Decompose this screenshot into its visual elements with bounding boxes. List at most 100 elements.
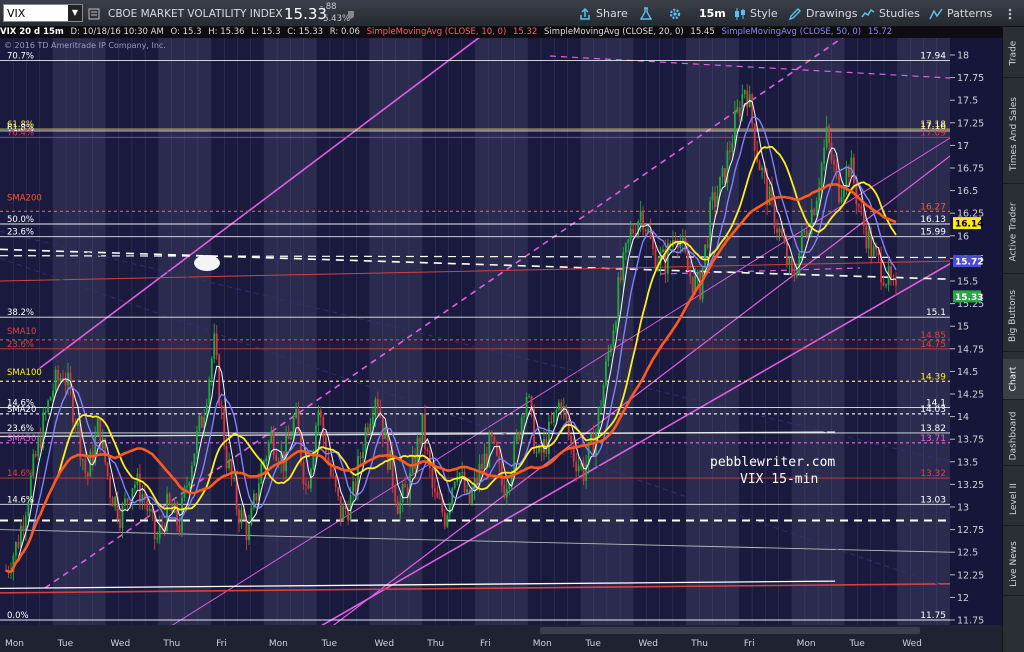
fib-level-label: SMA50 — [7, 434, 36, 444]
sidebar-tab-chart[interactable]: Chart — [1003, 359, 1024, 400]
candle-body — [600, 406, 602, 408]
candle-body — [783, 236, 786, 243]
drawings-button[interactable]: Drawings — [788, 0, 857, 27]
candle-body — [508, 485, 511, 489]
candle-body — [210, 358, 213, 379]
candle-body — [491, 433, 493, 437]
share-button[interactable]: Share — [578, 0, 628, 27]
x-tick-label: Tue — [57, 639, 74, 649]
candle-body — [39, 437, 42, 448]
fib-level-label: 14.6% — [7, 495, 34, 505]
candle-body — [436, 492, 439, 498]
y-tick-label: 13.25 — [957, 480, 984, 491]
fib-level-label: SMA100 — [7, 368, 42, 378]
sidebar-tab-label: Live News — [1008, 541, 1019, 587]
candle-body — [287, 435, 290, 440]
y-tick-label: 13 — [957, 503, 969, 514]
candle-body — [615, 322, 617, 331]
candle-body — [305, 484, 307, 485]
candle-body — [686, 251, 689, 271]
candle-body — [168, 493, 171, 505]
price-level-label: 13.71 — [920, 434, 946, 444]
fib-level-label: SMA10 — [7, 327, 36, 337]
y-tick-label: 16.5 — [957, 186, 978, 197]
x-tick-label: Thu — [162, 639, 180, 649]
candle-body — [553, 412, 555, 423]
overflow-icon[interactable] — [1004, 0, 1020, 27]
candle-body — [307, 484, 310, 489]
sidebar-tab-label: Active Trader — [1008, 202, 1019, 262]
candle-body — [369, 423, 372, 434]
bar-close: C: 15.33 — [287, 27, 324, 37]
sidebar-tab-level-ii[interactable]: Level II — [1003, 473, 1024, 526]
chart-title: VIX 20 d 15m — [0, 27, 64, 37]
candle-body — [820, 163, 823, 188]
patterns-button[interactable]: Patterns — [929, 0, 992, 27]
candle-body — [570, 435, 573, 446]
sidebar-tab-label: Dashboard — [1008, 411, 1019, 461]
flask-icon[interactable] — [640, 0, 656, 27]
candle-body — [857, 204, 860, 207]
sma10-label[interactable]: SimpleMovingAvg (CLOSE, 10, 0) — [367, 27, 507, 37]
candle-body — [414, 455, 416, 469]
style-label: Style — [750, 7, 778, 20]
candle-body — [466, 489, 468, 493]
price-level-label: 17.09 — [920, 128, 946, 138]
candle-body — [119, 519, 121, 528]
candle-body — [54, 369, 57, 391]
candle-body — [267, 442, 270, 459]
style-button[interactable]: Style — [734, 0, 778, 27]
sidebar-tab-label: Trade — [1008, 40, 1019, 66]
candle-body — [208, 379, 211, 405]
candle-body — [458, 472, 461, 477]
candle-body — [781, 228, 783, 237]
sidebar-tab-big-buttons[interactable]: Big Buttons — [1003, 281, 1024, 352]
candle-body — [17, 542, 20, 548]
symbol-menu-icon[interactable] — [88, 0, 100, 27]
candle-body — [815, 200, 818, 215]
sidebar-tab-active-trader[interactable]: Active Trader — [1003, 191, 1024, 274]
time-scrollbar — [540, 627, 920, 634]
x-tick-label: Tue — [321, 639, 338, 649]
alert-icon[interactable] — [346, 0, 356, 27]
candle-body — [691, 276, 694, 293]
candle-body — [786, 242, 788, 265]
candle-body — [178, 525, 181, 533]
y-tick-label: 16.75 — [957, 164, 984, 175]
sma50-label[interactable]: SimpleMovingAvg (CLOSE, 50, 0) — [721, 27, 861, 37]
candle-body — [505, 488, 508, 498]
candle-body — [823, 147, 825, 164]
candle-body — [220, 405, 223, 409]
candle-body — [627, 239, 630, 244]
candle-body — [250, 507, 253, 525]
candle-body — [77, 423, 79, 426]
price-level-label: 13.03 — [920, 495, 946, 505]
candle-body — [805, 230, 808, 236]
candle-body — [597, 407, 600, 433]
candle-body — [443, 512, 446, 527]
fib-level-label: 23.6% — [7, 424, 34, 434]
candle-body — [225, 446, 228, 469]
candle-body — [255, 493, 258, 501]
sidebar-tab-trade[interactable]: Trade — [1003, 29, 1024, 78]
y-tick-label: 13.75 — [957, 435, 984, 446]
interval-button[interactable]: 15m — [699, 0, 726, 27]
candle-body — [198, 416, 201, 431]
candle-body — [557, 402, 560, 410]
symbol-input[interactable]: VIX ▼ — [3, 4, 83, 22]
candle-body — [101, 438, 104, 449]
x-tick-label: Mon — [797, 639, 816, 649]
gear-icon[interactable] — [668, 0, 686, 27]
sidebar-tab-live-news[interactable]: Live News — [1003, 533, 1024, 596]
bar-low: L: 15.3 — [251, 27, 281, 37]
candle-body — [612, 330, 615, 347]
sidebar-tab-times-and-sales[interactable]: Times And Sales — [1003, 85, 1024, 184]
sidebar-tab-dashboard[interactable]: Dashboard — [1003, 407, 1024, 466]
studies-button[interactable]: Studies — [861, 0, 920, 27]
symbol-dropdown-icon[interactable]: ▼ — [68, 5, 82, 21]
candle-body — [315, 425, 317, 453]
y-tick-label: 14.25 — [957, 390, 984, 401]
price-chart[interactable]: 1817.7517.517.251716.7516.516.251615.751… — [0, 38, 1002, 652]
candle-body — [332, 475, 335, 477]
sma20-label[interactable]: SimpleMovingAvg (CLOSE, 20, 0) — [544, 27, 684, 37]
